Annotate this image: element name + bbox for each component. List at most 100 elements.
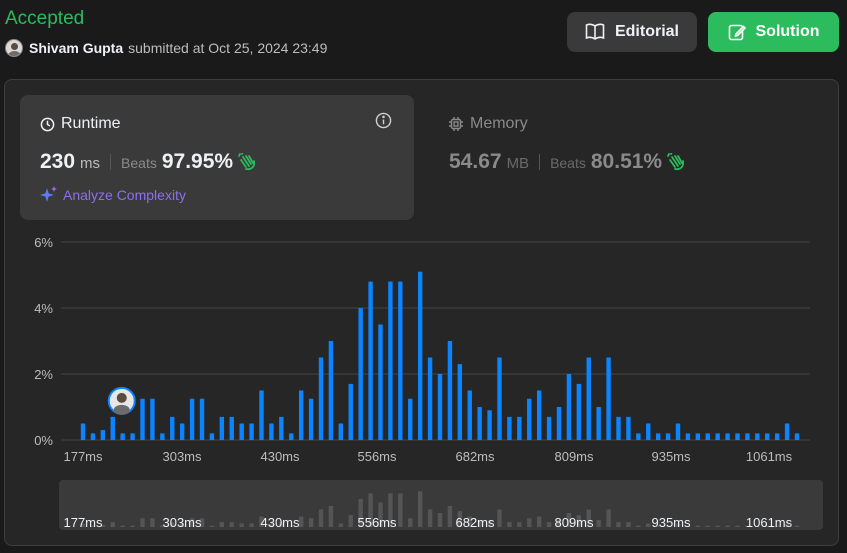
histogram-bar[interactable] [120, 433, 125, 440]
histogram-bar[interactable] [616, 416, 621, 440]
submitter-name[interactable]: Shivam Gupta [29, 40, 123, 56]
histogram-bar[interactable] [477, 407, 482, 440]
info-icon[interactable] [375, 112, 392, 129]
histogram-bar[interactable] [199, 398, 205, 440]
minimap-bar [249, 523, 254, 527]
histogram-bar[interactable] [596, 407, 601, 440]
histogram-bar[interactable] [328, 341, 334, 440]
histogram-bar[interactable] [229, 416, 234, 440]
histogram-bar[interactable] [755, 433, 760, 440]
histogram-bar[interactable] [308, 398, 314, 440]
histogram-bar[interactable] [378, 324, 383, 441]
histogram-bar[interactable] [90, 433, 96, 440]
histogram-bar[interactable] [110, 416, 115, 440]
histogram-bar[interactable] [279, 416, 284, 440]
histogram-bar[interactable] [467, 390, 472, 441]
avatar[interactable] [5, 39, 23, 57]
histogram-bar[interactable] [289, 433, 294, 440]
histogram-bar[interactable] [249, 423, 254, 441]
runtime-distribution-chart[interactable]: 0% 2% 4% 6% 177ms 303ms 430ms 556ms 682ms 809ms 93… [20, 232, 820, 468]
histogram-bar[interactable] [487, 410, 492, 440]
sparkle-icon [40, 186, 57, 202]
histogram-bar[interactable] [318, 357, 324, 441]
histogram-bar[interactable] [606, 357, 611, 441]
histogram-bar[interactable] [626, 416, 631, 440]
histogram-bar[interactable] [566, 374, 572, 440]
x-tick-label: 1061ms [746, 449, 793, 464]
histogram-bar[interactable] [368, 281, 373, 440]
histogram-bar[interactable] [239, 423, 244, 441]
histogram-bar[interactable] [705, 433, 710, 440]
histogram-bar[interactable] [447, 341, 453, 440]
histogram-bar[interactable] [794, 433, 800, 440]
minimap-bar [398, 493, 403, 527]
histogram-bar[interactable] [556, 407, 562, 440]
histogram-bar[interactable] [517, 416, 522, 440]
histogram-bar[interactable] [338, 423, 344, 441]
histogram-bar[interactable] [179, 423, 185, 441]
histogram-bar[interactable] [170, 416, 175, 440]
histogram-bar[interactable] [745, 433, 750, 440]
histogram-bar[interactable] [765, 433, 770, 440]
histogram-bar[interactable] [100, 430, 106, 440]
histogram-bar[interactable] [576, 383, 582, 440]
histogram-bar[interactable] [695, 433, 701, 440]
minimap-bar [596, 520, 601, 527]
histogram-bar[interactable] [497, 357, 502, 441]
histogram-bar[interactable] [160, 433, 165, 440]
minimap-bar [408, 518, 413, 527]
solution-button[interactable]: Solution [708, 12, 839, 52]
histogram-bar[interactable] [536, 390, 542, 441]
histogram-bar[interactable] [150, 398, 155, 440]
histogram-bar[interactable] [715, 433, 720, 440]
histogram-bar[interactable] [646, 423, 651, 441]
histogram-bar[interactable] [408, 398, 413, 440]
editorial-button[interactable]: Editorial [567, 12, 697, 52]
memory-stats: 54.67 MB Beats 80.51% [449, 150, 686, 174]
histogram-bar[interactable] [546, 416, 552, 440]
memory-title[interactable]: Memory [448, 115, 528, 133]
range-selector-minimap[interactable]: 177ms 303ms 430ms 556ms 682ms 809ms 935ms 1061m… [59, 480, 823, 530]
histogram-bar[interactable] [298, 390, 304, 441]
histogram-bar[interactable] [209, 433, 215, 440]
divider [539, 154, 541, 170]
minimap-bar [239, 523, 244, 527]
user-marker-avatar[interactable] [107, 386, 136, 415]
histogram-bar[interactable] [437, 374, 443, 440]
histogram-bar[interactable] [130, 433, 135, 440]
histogram-bar[interactable] [388, 281, 393, 440]
histogram-bar[interactable] [655, 433, 661, 440]
histogram-bar[interactable] [675, 423, 681, 441]
minimap-bar [328, 506, 334, 527]
histogram-bar[interactable] [348, 383, 353, 440]
histogram-bar[interactable] [784, 423, 790, 441]
submitter-info: Shivam Gupta submitted at Oct 25, 2024 2… [5, 39, 327, 57]
histogram-bar[interactable] [259, 390, 264, 441]
analyze-complexity-link[interactable]: Analyze Complexity [40, 186, 186, 204]
avatar-body [113, 404, 130, 415]
histogram-bar[interactable] [636, 433, 641, 440]
histogram-bar[interactable] [269, 423, 274, 441]
analyze-label: Analyze Complexity [63, 187, 186, 203]
histogram-bar[interactable] [774, 433, 780, 440]
histogram-bar[interactable] [527, 398, 532, 440]
histogram-bar[interactable] [417, 271, 423, 440]
histogram-bar[interactable] [219, 416, 225, 440]
histogram-bar[interactable] [140, 398, 145, 440]
histogram-bar[interactable] [427, 357, 433, 441]
histogram-bar[interactable] [398, 281, 403, 440]
histogram-bar[interactable] [80, 423, 86, 441]
histogram-bar[interactable] [507, 416, 512, 440]
histogram-bar[interactable] [457, 364, 463, 440]
histogram-bar[interactable] [586, 357, 591, 441]
minimap-bar [636, 525, 641, 527]
histogram-bar[interactable] [358, 308, 363, 440]
histogram-bar[interactable] [189, 398, 195, 440]
clap-icon [667, 153, 685, 171]
minimap-bar [497, 509, 502, 527]
histogram-bar[interactable] [665, 433, 671, 440]
runtime-value: 230 [40, 150, 76, 173]
histogram-bar[interactable] [725, 433, 730, 440]
histogram-bar[interactable] [685, 433, 691, 440]
histogram-bar[interactable] [735, 433, 740, 440]
